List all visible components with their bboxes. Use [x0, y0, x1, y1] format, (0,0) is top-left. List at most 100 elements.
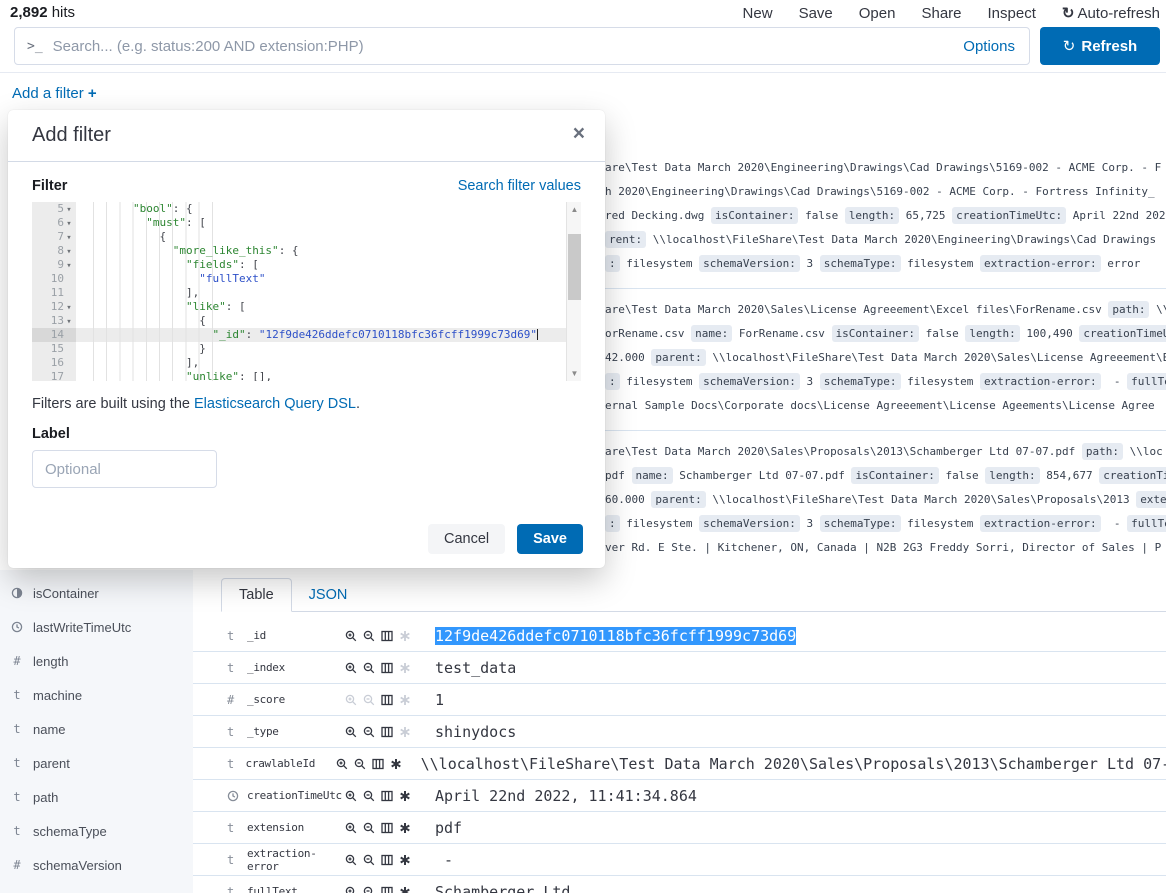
topnav-share[interactable]: Share — [921, 5, 961, 22]
scroll-up-button[interactable]: ▲ — [567, 202, 581, 217]
asterisk-icon — [399, 726, 411, 738]
scroll-down-button[interactable]: ▼ — [567, 366, 581, 381]
document-summary-line: pdf name: Schamberger Ltd 07-07.pdf isCo… — [605, 464, 1166, 488]
filter-out-value-button[interactable] — [363, 886, 375, 893]
filter-for-value-button[interactable] — [336, 758, 348, 770]
cancel-button[interactable]: Cancel — [428, 524, 505, 554]
filter-for-field-present-button[interactable] — [399, 694, 411, 706]
text-type-icon: t — [227, 757, 234, 771]
toggle-column-icon — [381, 630, 393, 642]
toggle-column-button[interactable] — [381, 662, 393, 674]
search-input[interactable] — [53, 38, 964, 55]
asterisk-icon — [390, 758, 402, 770]
toggle-column-button[interactable] — [381, 854, 393, 866]
asterisk-icon — [399, 854, 411, 866]
filter-for-value-button[interactable] — [345, 630, 357, 642]
document-summary-line: 60.000 parent: \\localhost\FileShare\Tes… — [605, 488, 1166, 512]
tab-json[interactable]: JSON — [292, 579, 365, 611]
filter-for-value-button[interactable] — [345, 822, 357, 834]
filter-for-value-button[interactable] — [345, 662, 357, 674]
sidebar-field-isContainer[interactable]: isContainer — [0, 576, 193, 610]
topnav-open[interactable]: Open — [859, 5, 896, 22]
sidebar-field-parent[interactable]: tparent — [0, 746, 193, 780]
search-filter-values-link[interactable]: Search filter values — [458, 178, 581, 194]
toggle-column-icon — [381, 822, 393, 834]
filter-for-value-button[interactable] — [345, 886, 357, 893]
field-value: 12f9de426ddefc0710118bfc36fcff1999c73d69 — [435, 627, 796, 645]
add-filter-link[interactable]: Add a filter + — [12, 85, 97, 102]
filter-for-field-present-button[interactable] — [399, 854, 411, 866]
magnify-minus-icon — [363, 822, 375, 834]
filter-out-value-button[interactable] — [363, 822, 375, 834]
filter-label-input[interactable] — [32, 450, 217, 488]
toggle-column-button[interactable] — [381, 822, 393, 834]
topnav-new[interactable]: New — [743, 5, 773, 22]
refresh-button[interactable]: ↻Refresh — [1040, 27, 1160, 65]
filter-for-field-present-button[interactable] — [399, 662, 411, 674]
toggle-column-button[interactable] — [381, 886, 393, 893]
filter-for-value-button[interactable] — [345, 726, 357, 738]
auto-refresh-link[interactable]: ↻Auto-refresh — [1062, 4, 1160, 22]
line-number: 13▾ — [32, 314, 76, 328]
filter-out-value-button[interactable] — [363, 630, 375, 642]
document-summary-line: h 2020\Engineering\Drawings\Cad Drawings… — [605, 180, 1166, 204]
filter-out-value-button[interactable] — [354, 758, 366, 770]
field-badge: : — [605, 255, 620, 272]
options-link[interactable]: Options — [963, 38, 1015, 55]
scrollbar-thumb[interactable] — [568, 234, 581, 300]
filter-out-value-button[interactable] — [363, 694, 375, 706]
filter-for-field-present-button[interactable] — [399, 886, 411, 893]
toggle-column-button[interactable] — [381, 630, 393, 642]
clock-icon — [11, 621, 23, 633]
elasticsearch-query-dsl-link[interactable]: Elasticsearch Query DSL — [194, 396, 356, 412]
close-icon[interactable]: × — [573, 122, 585, 146]
sidebar-field-machine[interactable]: tmachine — [0, 678, 193, 712]
document-list: are\Test Data March 2020\Engineering\Dra… — [605, 156, 1166, 568]
toggle-column-button[interactable] — [381, 790, 393, 802]
filter-out-value-button[interactable] — [363, 726, 375, 738]
filter-for-field-present-button[interactable] — [390, 758, 402, 770]
toggle-column-button[interactable] — [381, 726, 393, 738]
filter-out-value-button[interactable] — [363, 790, 375, 802]
filter-for-field-present-button[interactable] — [399, 790, 411, 802]
field-badge: : — [605, 515, 620, 532]
sidebar-field-schemaType[interactable]: tschemaType — [0, 814, 193, 848]
sidebar-field-schemaVersion[interactable]: #schemaVersion — [0, 848, 193, 882]
editor-line-11: 11 ], — [32, 286, 581, 300]
line-number: 16 — [32, 356, 76, 370]
filter-out-value-button[interactable] — [363, 662, 375, 674]
sidebar-field-lastWriteTimeUtc[interactable]: lastWriteTimeUtc — [0, 610, 193, 644]
field-value: \\localhost\FileShare\Test Data March 20… — [421, 755, 1166, 773]
toggle-column-button[interactable] — [372, 758, 384, 770]
magnify-plus-icon — [345, 854, 357, 866]
filter-for-field-present-button[interactable] — [399, 822, 411, 834]
text-type-icon: t — [227, 661, 234, 675]
save-button[interactable]: Save — [517, 524, 583, 554]
filter-for-value-button[interactable] — [345, 854, 357, 866]
text-type-icon: t — [227, 821, 234, 835]
toggle-column-icon — [381, 854, 393, 866]
boolean-icon — [11, 587, 23, 599]
field-name-label: path — [33, 790, 58, 805]
sidebar-field-length[interactable]: #length — [0, 644, 193, 678]
filter-for-value-button[interactable] — [345, 790, 357, 802]
topnav-save[interactable]: Save — [799, 5, 833, 22]
asterisk-icon — [399, 694, 411, 706]
query-dsl-editor[interactable]: 5▾ "bool": {6▾ "must": [7▾ {8▾ "more_lik… — [32, 202, 581, 381]
filter-for-field-present-button[interactable] — [399, 630, 411, 642]
filter-out-value-button[interactable] — [363, 854, 375, 866]
field-name: _type — [247, 725, 345, 738]
fold-icon: ▾ — [64, 301, 74, 315]
magnify-plus-icon — [345, 630, 357, 642]
doc-field-row-_index: t_indextest_data — [193, 652, 1166, 684]
filter-for-value-button[interactable] — [345, 694, 357, 706]
line-number: 8▾ — [32, 244, 76, 258]
toggle-column-button[interactable] — [381, 694, 393, 706]
tab-table[interactable]: Table — [221, 578, 292, 612]
topnav-inspect[interactable]: Inspect — [988, 5, 1036, 22]
sidebar-field-path[interactable]: tpath — [0, 780, 193, 814]
dsl-help-text: Filters are built using the Elasticsearc… — [32, 396, 360, 412]
sidebar-field-name[interactable]: tname — [0, 712, 193, 746]
filter-for-field-present-button[interactable] — [399, 726, 411, 738]
doc-field-row-extraction-error: textraction-error - — [193, 844, 1166, 876]
